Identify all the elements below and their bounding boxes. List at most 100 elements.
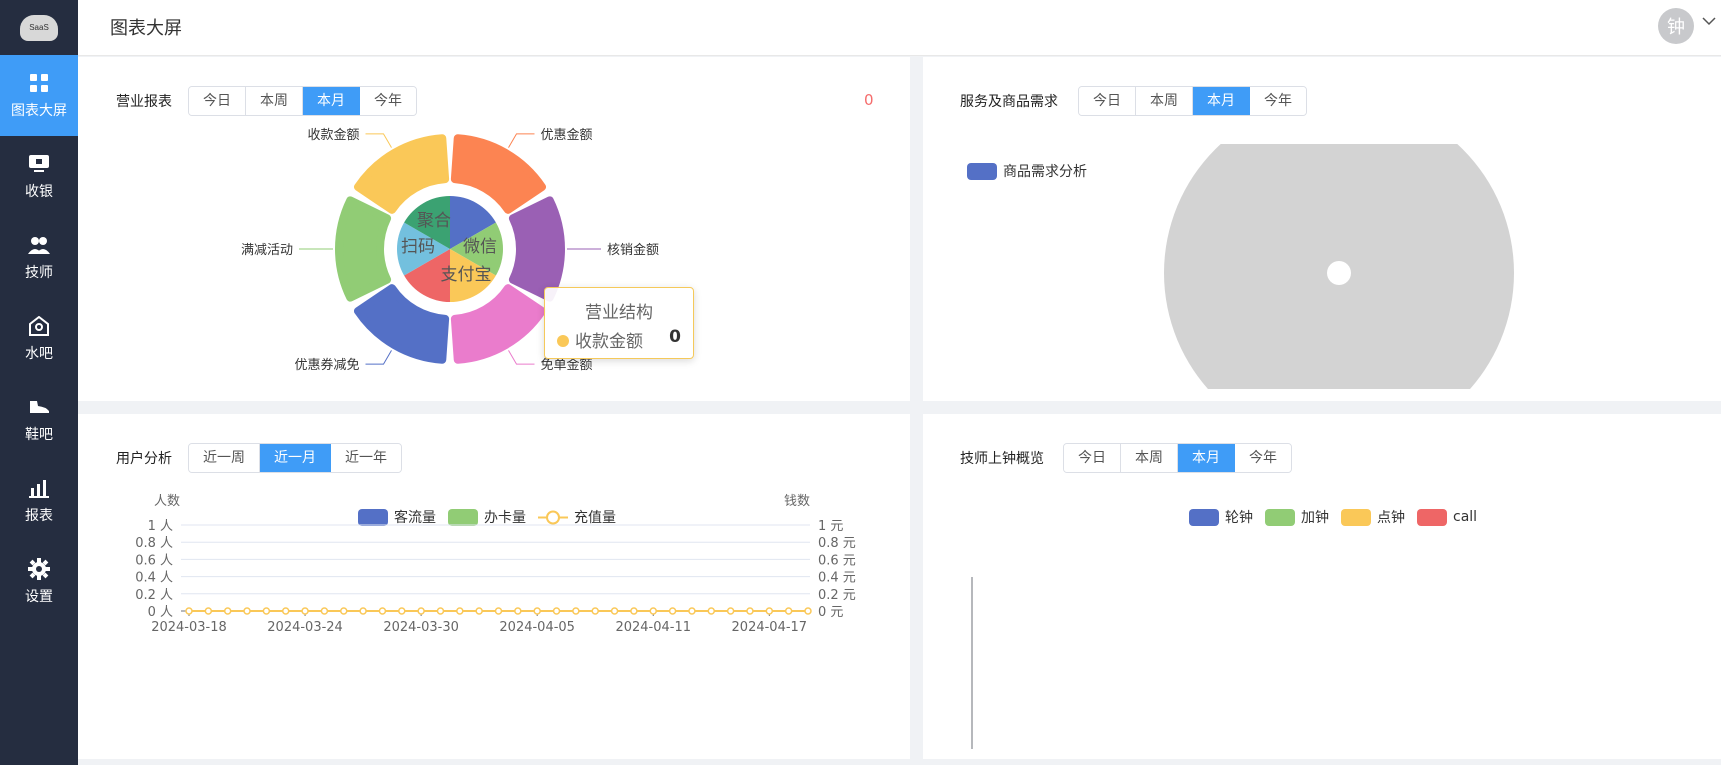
series-point[interactable]	[494, 607, 503, 615]
ring-segment[interactable]	[353, 134, 450, 214]
x-tick-label: 2024-04-17	[732, 620, 808, 635]
sidebar-item-dashboard[interactable]: 图表大屏	[0, 55, 78, 136]
series-point[interactable]	[262, 607, 271, 615]
technicians-people-icon	[28, 234, 50, 256]
right-tick-label: 0.6 元	[818, 553, 856, 568]
series-point[interactable]	[436, 607, 445, 615]
slice-label: 收款金额	[307, 127, 359, 143]
label-leader-line	[365, 133, 392, 148]
sidebar-item-label: 水吧	[25, 345, 53, 362]
series-point[interactable]	[475, 607, 483, 615]
left-tick-label: 0.8 人	[135, 536, 173, 551]
demand-pie-chart	[1164, 144, 1514, 389]
pie-center-hole	[1327, 261, 1351, 285]
slice-label: 满减活动	[241, 243, 293, 258]
technician-bar-chart	[971, 577, 973, 749]
inner-slice-label: 微信	[463, 237, 497, 257]
series-point[interactable]	[726, 607, 735, 615]
water-bar-icon	[28, 315, 50, 337]
series-point[interactable]	[804, 607, 812, 615]
slice-label: 核销金额	[607, 242, 659, 258]
right-axis-name: 钱数	[784, 494, 810, 509]
inner-slice-label: 扫码	[401, 237, 435, 257]
series-point[interactable]	[243, 607, 251, 615]
ring-segment[interactable]	[508, 196, 565, 302]
avatar[interactable]: 钟	[1658, 8, 1694, 44]
series-point[interactable]	[784, 607, 793, 615]
revenue-panel: 营业报表 今日 本周 本月 今年 0 优惠金额 核销金额 免单金额 优惠券减免 满减活动…	[78, 57, 910, 401]
series-point[interactable]	[765, 607, 774, 615]
series-point[interactable]	[552, 607, 561, 615]
tooltip-label: 收款金额	[575, 332, 643, 352]
tooltip-title: 营业结构	[585, 303, 653, 323]
series-point[interactable]	[668, 607, 677, 615]
series-point[interactable]	[340, 607, 348, 615]
right-tick-label: 0.4 元	[818, 571, 856, 586]
sidebar: SaaS 图表大屏 收银 技师 水吧 鞋吧 报表 设置	[0, 0, 78, 765]
sidebar-item-settings[interactable]: 设置	[0, 541, 78, 622]
slice-label: 优惠券减免	[294, 357, 359, 373]
gear-icon	[28, 557, 50, 580]
series-point[interactable]	[320, 607, 329, 615]
series-point[interactable]	[185, 607, 193, 615]
series-point[interactable]	[630, 607, 638, 615]
x-tick-label: 2024-04-05	[499, 620, 575, 635]
tooltip-color-dot	[557, 335, 569, 347]
right-tick-label: 0 元	[818, 605, 843, 620]
bar-chart-icon	[28, 477, 50, 499]
cashier-monitor-icon	[28, 153, 50, 175]
service-demand-panel: 服务及商品需求 今日 本周 本月 今年 商品需求分析	[923, 57, 1721, 401]
label-leader-line	[508, 133, 535, 148]
right-tick-label: 0.2 元	[818, 588, 856, 603]
empty-pie-slice	[1164, 144, 1514, 389]
sidebar-item-label: 鞋吧	[25, 426, 53, 443]
series-point[interactable]	[688, 607, 696, 615]
user-analysis-panel: 用户分析 近一周 近一月 近一年 客流量 办卡量 充值量 人数 钱数 0 人0 …	[78, 414, 910, 759]
chevron-down-icon[interactable]	[1702, 14, 1716, 32]
ring-segment[interactable]	[450, 134, 547, 214]
x-tick-label: 2024-03-24	[267, 620, 343, 635]
sidebar-item-shoe-bar[interactable]: 鞋吧	[0, 379, 78, 460]
series-point[interactable]	[591, 607, 599, 615]
series-point[interactable]	[398, 607, 406, 615]
series-point[interactable]	[359, 607, 367, 615]
slice-label: 免单金额	[541, 357, 593, 373]
sidebar-item-label: 图表大屏	[11, 102, 67, 119]
chart-tooltip: 营业结构 收款金额 0	[544, 287, 694, 359]
sidebar-item-label: 技师	[25, 264, 53, 281]
x-tick-label: 2024-03-30	[383, 620, 459, 635]
sidebar-item-technicians[interactable]: 技师	[0, 217, 78, 298]
sidebar-item-reports[interactable]: 报表	[0, 460, 78, 541]
series-point[interactable]	[514, 607, 522, 615]
left-tick-label: 0 人	[148, 605, 173, 620]
series-point[interactable]	[281, 607, 290, 615]
series-point[interactable]	[746, 607, 754, 615]
logo-text: SaaS	[29, 23, 49, 32]
sidebar-item-water-bar[interactable]: 水吧	[0, 298, 78, 379]
ring-segment[interactable]	[353, 284, 450, 364]
series-point[interactable]	[456, 607, 464, 615]
left-axis-name: 人数	[154, 494, 180, 509]
series-point[interactable]	[649, 607, 657, 615]
left-tick-label: 1 人	[148, 519, 173, 534]
top-bar: 图表大屏 钟	[78, 0, 1721, 56]
series-point[interactable]	[707, 607, 716, 615]
sidebar-item-cashier[interactable]: 收银	[0, 136, 78, 217]
series-point[interactable]	[204, 607, 213, 615]
series-point[interactable]	[378, 607, 387, 615]
series-point[interactable]	[610, 607, 619, 615]
series-point[interactable]	[572, 607, 580, 615]
dashboard-grid-icon	[28, 72, 50, 94]
right-tick-label: 0.8 元	[818, 536, 856, 551]
series-point[interactable]	[533, 607, 541, 615]
x-tick-label: 2024-04-11	[615, 620, 691, 635]
left-tick-label: 0.4 人	[135, 571, 173, 586]
label-leader-line	[365, 350, 392, 365]
ring-segment[interactable]	[450, 284, 547, 364]
series-point[interactable]	[417, 607, 425, 615]
technician-overview-panel: 技师上钟概览 今日 本周 本月 今年 轮钟 加钟 点钟 call	[923, 414, 1721, 759]
revenue-structure-chart: 优惠金额核销金额免单金额优惠券减免满减活动收款金额 聚合微信支付宝扫码	[241, 127, 659, 373]
series-point[interactable]	[223, 607, 232, 615]
ring-segment[interactable]	[335, 196, 392, 302]
series-point[interactable]	[301, 607, 309, 615]
